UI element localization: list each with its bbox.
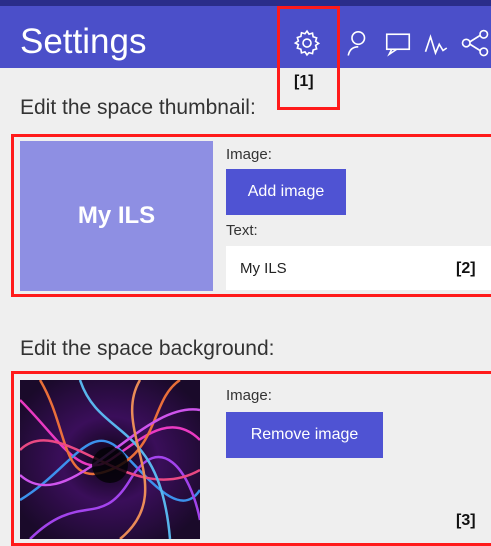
thumbnail-text-field[interactable]: My ILS <box>226 246 491 290</box>
thumbnail-text-value: My ILS <box>240 259 287 277</box>
remove-image-button[interactable]: Remove image <box>226 412 383 458</box>
settings-header: Settings <box>0 0 491 68</box>
gear-icon[interactable] <box>292 28 322 58</box>
background-image-preview <box>20 380 200 539</box>
thumbnail-section-heading: Edit the space thumbnail: <box>20 96 256 119</box>
thumbnail-image-label: Image: <box>226 146 272 163</box>
background-section-heading: Edit the space background: <box>20 337 275 360</box>
comment-icon[interactable] <box>383 28 413 58</box>
annotation-marker-2: [2] <box>456 260 476 277</box>
annotation-marker-3: [3] <box>456 512 476 529</box>
activity-icon[interactable] <box>423 28 453 58</box>
page-title: Settings <box>20 22 147 61</box>
share-icon[interactable] <box>460 28 490 58</box>
add-image-button[interactable]: Add image <box>226 169 346 215</box>
background-image-label: Image: <box>226 387 272 404</box>
thumbnail-text-label: Text: <box>226 222 258 239</box>
thumbnail-preview-text: My ILS <box>77 202 156 229</box>
thumbnail-preview: My ILS <box>20 141 213 291</box>
user-icon[interactable] <box>342 28 372 58</box>
annotation-marker-1: [1] <box>294 73 314 90</box>
